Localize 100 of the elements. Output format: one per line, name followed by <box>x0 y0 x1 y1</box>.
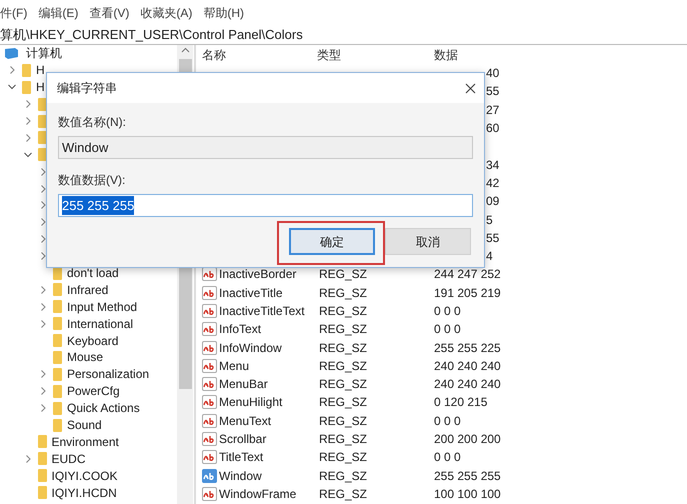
value-name[interactable]: MenuBar <box>219 375 268 394</box>
tree-item[interactable]: Quick Actions <box>67 399 140 418</box>
dialog-button[interactable]: 取消 <box>385 228 471 255</box>
folder-icon <box>22 80 31 94</box>
value-data: 0 120 215 <box>434 394 488 412</box>
tree-item[interactable]: EUDC <box>52 450 86 468</box>
folder-icon <box>53 368 62 381</box>
value-data: 0 0 0 <box>434 321 461 338</box>
folder-icon <box>38 114 46 128</box>
menu-bar-entry[interactable]: 编辑(E) <box>38 4 78 22</box>
tree-item[interactable]: H <box>36 61 45 80</box>
tree-item[interactable]: IQIYI.HCDN <box>52 484 117 502</box>
value-name[interactable]: InactiveTitle <box>219 284 283 302</box>
folder-icon <box>53 300 62 314</box>
address-bar[interactable]: 算机\HKEY_CURRENT_USER\Control Panel\Colors <box>0 24 303 44</box>
folder-icon <box>38 435 46 448</box>
tree-item[interactable]: Infrared <box>67 280 108 299</box>
value-type: REG_SZ <box>318 358 368 375</box>
value-data: 240 240 240 <box>434 376 501 394</box>
value-name[interactable]: InactiveTitleText <box>219 302 305 320</box>
folder-icon <box>53 317 62 330</box>
value-type: REG_SZ <box>318 394 368 412</box>
value-data-field[interactable]: 255 255 255 <box>58 194 473 217</box>
value-name[interactable]: Menu <box>219 356 250 375</box>
value-type: REG_SZ <box>318 321 368 338</box>
tree-item[interactable]: Environment <box>52 432 119 451</box>
value-data: 34 <box>486 156 500 174</box>
dialog-button[interactable]: 确定 <box>289 228 375 255</box>
tree-item[interactable]: H <box>36 78 45 96</box>
folder-icon <box>38 131 46 144</box>
folder-icon <box>38 98 46 111</box>
scroll-up-icon[interactable] <box>180 47 190 53</box>
value-type: REG_SZ <box>318 284 368 302</box>
close-icon[interactable] <box>465 82 476 94</box>
value-type: REG_SZ <box>318 449 368 466</box>
folder-icon <box>53 418 62 432</box>
value-name[interactable]: WindowFrame <box>219 484 296 503</box>
tree-item[interactable]: Keyboard <box>67 332 118 350</box>
folder-icon <box>38 469 46 482</box>
tree-item[interactable]: Mouse <box>67 348 104 366</box>
value-data: 60 <box>486 120 500 138</box>
value-data: 5 <box>486 212 493 229</box>
folder-icon <box>53 334 62 348</box>
column-header[interactable]: 名称 <box>202 46 317 64</box>
value-data: 09 <box>486 193 500 210</box>
value-data: 100 100 100 <box>434 486 501 503</box>
menu-bar-entry[interactable]: 查看(V) <box>89 4 130 22</box>
value-data: 40 <box>486 65 500 82</box>
tree-item[interactable]: Input Method <box>67 298 138 316</box>
value-data: 55 <box>486 83 500 100</box>
value-type: REG_SZ <box>318 340 368 357</box>
value-name[interactable]: InfoText <box>219 320 262 338</box>
folder-icon <box>38 452 46 466</box>
value-name[interactable]: InactiveBorder <box>219 265 296 284</box>
value-data: 191 205 219 <box>434 284 501 302</box>
column-header[interactable]: 类型 <box>317 46 434 64</box>
tree-item[interactable]: 计算机 <box>26 45 62 62</box>
tree-item[interactable]: IQIYI.COOK <box>52 466 118 485</box>
tree-item[interactable]: PowerCfg <box>67 382 120 400</box>
folder-icon <box>53 384 62 398</box>
value-data: 42 <box>486 174 500 192</box>
folder-icon <box>38 148 46 162</box>
tree-item[interactable]: International <box>67 314 134 333</box>
field-label: 数值数据(V): <box>58 172 126 189</box>
value-type: REG_SZ <box>318 431 368 448</box>
value-data: 255 255 225 <box>434 340 501 357</box>
value-type: REG_SZ <box>318 486 368 503</box>
tree-item[interactable]: don't load <box>67 264 119 282</box>
menu-bar-entry[interactable]: 收藏夹(A) <box>140 4 192 22</box>
value-data: 0 0 0 <box>434 449 461 466</box>
value-name[interactable]: MenuHilight <box>219 393 282 412</box>
value-data: 200 200 200 <box>434 431 501 448</box>
value-data: 55 <box>486 230 500 247</box>
value-data: 255 255 255 <box>434 468 501 485</box>
column-header[interactable]: 数据 <box>434 46 458 64</box>
folder-icon <box>53 402 62 415</box>
field-label: 数值名称(N): <box>58 114 127 131</box>
value-name[interactable]: InfoWindow <box>219 338 282 357</box>
tree-item[interactable]: Sound <box>67 416 102 434</box>
value-data: 244 247 252 <box>434 266 501 284</box>
value-type: REG_SZ <box>318 303 368 320</box>
value-type: REG_SZ <box>318 412 368 430</box>
selected-text: 255 255 255 <box>62 196 134 216</box>
menu-bar-entry[interactable]: 帮助(H) <box>203 4 244 22</box>
computer-icon <box>5 48 18 59</box>
value-data: 4 <box>486 248 493 266</box>
value-name[interactable]: TitleText <box>219 448 264 466</box>
menu-bar-entry[interactable]: 件(F) <box>0 4 28 22</box>
value-type: REG_SZ <box>318 468 368 485</box>
folder-icon <box>22 64 31 77</box>
tree-item[interactable]: Personalization <box>67 365 150 384</box>
value-name[interactable]: MenuText <box>219 412 272 430</box>
value-data: 240 240 240 <box>434 358 501 375</box>
folder-icon <box>53 350 62 364</box>
value-name[interactable]: Window <box>219 466 262 485</box>
value-data: 0 0 0 <box>434 412 461 430</box>
value-data: 0 0 0 <box>434 303 461 320</box>
value-name[interactable]: Scrollbar <box>219 430 266 448</box>
value-type: REG_SZ <box>318 266 368 284</box>
value-name-field[interactable]: Window <box>58 136 473 159</box>
